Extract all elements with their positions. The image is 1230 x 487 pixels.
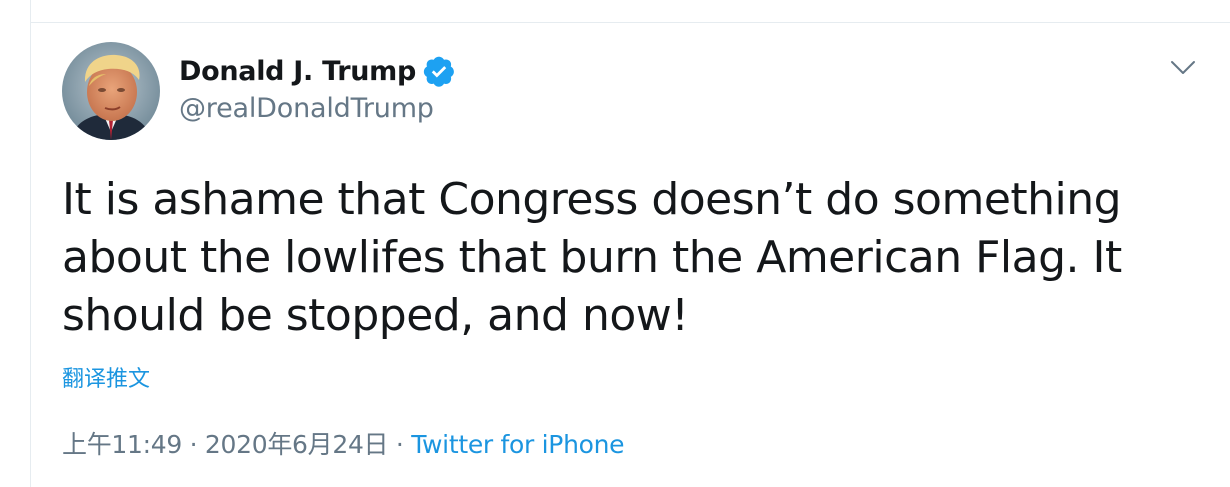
- meta-separator: ·: [189, 430, 205, 459]
- tweet-meta: 上午11:49 · 2020年6月24日 · Twitter for iPhon…: [62, 425, 625, 461]
- author-display-name[interactable]: Donald J. Trump: [179, 56, 416, 87]
- translate-tweet-link[interactable]: 翻译推文: [62, 361, 150, 393]
- tweet-date[interactable]: 2020年6月24日: [205, 430, 389, 459]
- previous-tweet-strip: [30, 0, 1230, 23]
- tweet-source-link[interactable]: Twitter for iPhone: [411, 430, 624, 459]
- tweet-time[interactable]: 上午11:49: [62, 430, 182, 459]
- tweet-card: Donald J. Trump @realDonaldTrump It is a…: [30, 23, 1230, 487]
- meta-separator: ·: [395, 430, 412, 459]
- author-handle[interactable]: @realDonaldTrump: [179, 93, 456, 124]
- tweet-page: Donald J. Trump @realDonaldTrump It is a…: [0, 0, 1230, 487]
- tweet-text: It is ashame that Congress doesn’t do so…: [62, 174, 1122, 341]
- name-row: Donald J. Trump: [179, 51, 456, 91]
- author-block[interactable]: Donald J. Trump @realDonaldTrump: [179, 51, 456, 124]
- more-options-button[interactable]: [1168, 53, 1198, 83]
- verified-badge-icon: [422, 54, 456, 88]
- chevron-down-icon: [1171, 61, 1195, 74]
- avatar-image: [62, 42, 160, 140]
- avatar[interactable]: [62, 42, 160, 140]
